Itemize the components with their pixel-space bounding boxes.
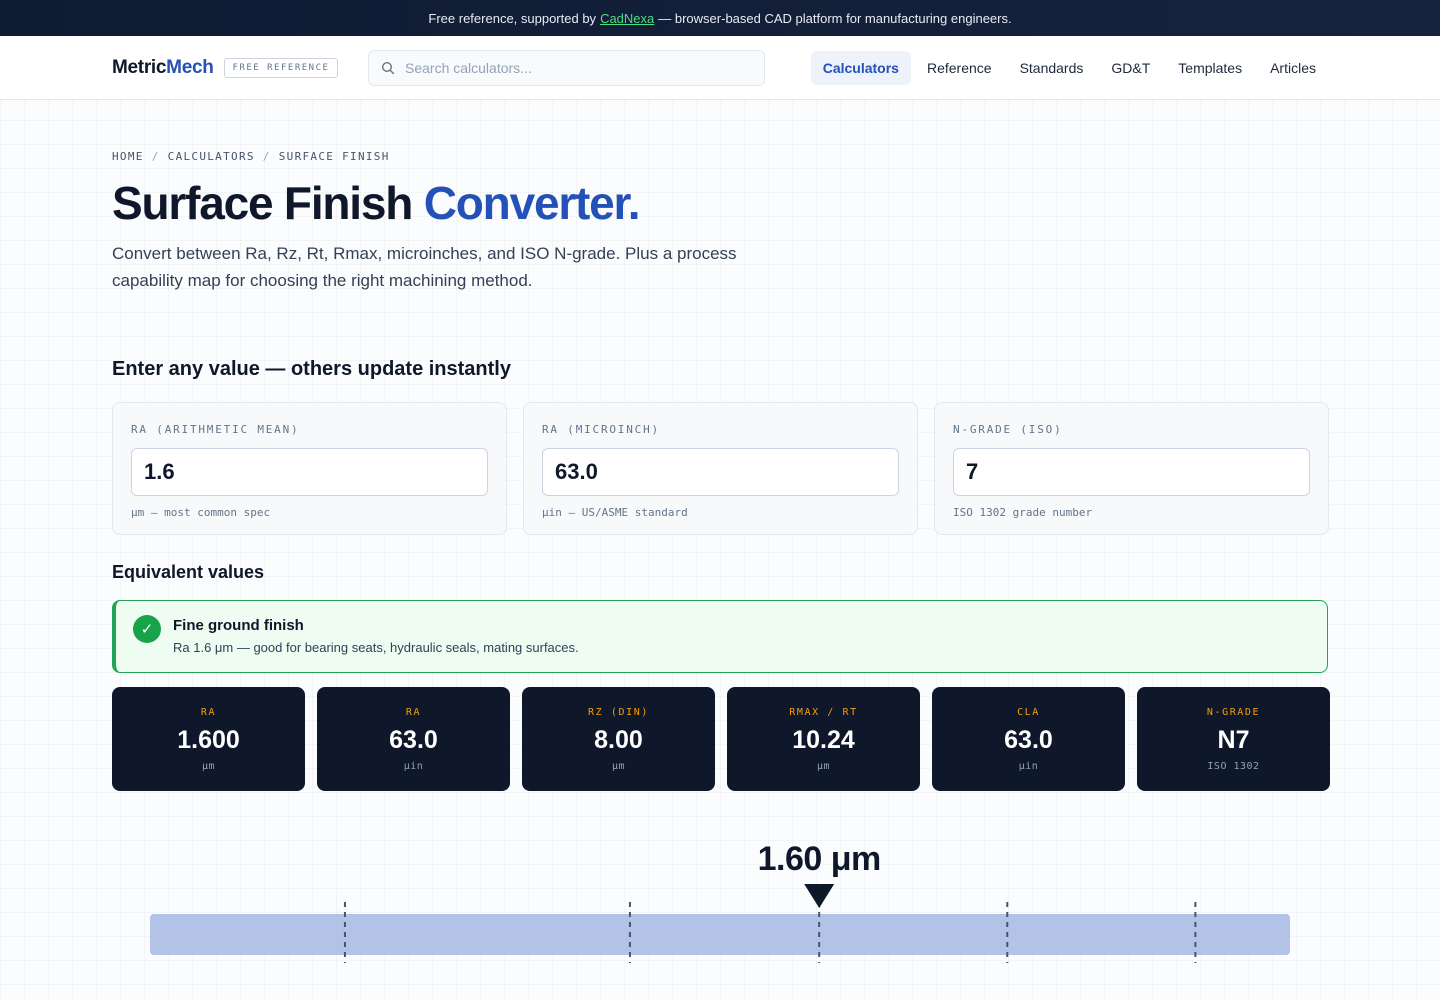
breadcrumb-current: SURFACE FINISH (278, 150, 390, 163)
equivalent-values-heading: Equivalent values (112, 562, 265, 582)
finish-status-description: Ra 1.6 μm — good for bearing seats, hydr… (173, 640, 579, 655)
result-label: RA (200, 707, 217, 718)
scale-marker-value: 1.60 μm (757, 840, 882, 878)
result-unit: μin (403, 761, 424, 772)
scale-pointer-icon (804, 884, 835, 908)
result-label: RMAX / RT (789, 707, 858, 718)
inputs-heading: Enter any value — others update instantl… (112, 358, 511, 380)
result-value: 63.0 (1004, 726, 1053, 754)
nav-reference[interactable]: Reference (915, 51, 1004, 85)
input-hint: ISO 1302 grade number (953, 506, 1093, 519)
result-unit: μin (1018, 761, 1039, 772)
input-card-n-grade: N-GRADE (ISO) ISO 1302 grade number (934, 402, 1329, 535)
banner-sponsor-link[interactable]: CadNexa (600, 11, 654, 26)
input-hint: μm — most common spec (131, 506, 271, 519)
search-icon (381, 61, 395, 75)
result-value: 63.0 (389, 726, 438, 754)
breadcrumb-calculators[interactable]: CALCULATORS (168, 150, 255, 163)
site-header: MetricMech FREE REFERENCE Calculators Re… (0, 36, 1440, 100)
breadcrumb: HOME / CALCULATORS / SURFACE FINISH (112, 150, 390, 163)
result-card-rz: RZ (DIN) 8.00 μm (522, 687, 715, 791)
equivalent-values-grid: RA 1.600 μm RA 63.0 μin RZ (DIN) 8.00 μm… (112, 687, 1330, 791)
result-card-n-grade: N-GRADE N7 ISO 1302 (1137, 687, 1330, 791)
check-icon: ✓ (133, 615, 161, 643)
input-card-ra-uin: RA (MICROINCH) μin — US/ASME standard (523, 402, 918, 535)
result-value: 10.24 (792, 726, 855, 754)
sponsor-banner: Free reference, supported by CadNexa — b… (0, 0, 1440, 36)
ra-microinch-input[interactable] (542, 448, 899, 496)
nav-templates[interactable]: Templates (1166, 51, 1254, 85)
breadcrumb-separator: / (151, 150, 160, 163)
nav-gdt[interactable]: GD&T (1099, 51, 1162, 85)
nav-standards[interactable]: Standards (1008, 51, 1096, 85)
input-label: N-GRADE (ISO) (953, 423, 1063, 436)
n-grade-input[interactable] (953, 448, 1310, 496)
result-unit: μm (611, 761, 626, 772)
breadcrumb-separator: / (262, 150, 271, 163)
page-title-main: Surface Finish (112, 177, 413, 229)
brand-logo[interactable]: MetricMech (112, 57, 214, 79)
nav-articles[interactable]: Articles (1258, 51, 1328, 85)
banner-text-before: Free reference, supported by (428, 10, 597, 26)
input-hint: μin — US/ASME standard (542, 506, 688, 519)
banner-text-after: — browser-based CAD platform for manufac… (658, 10, 1012, 26)
result-card-ra-um: RA 1.600 μm (112, 687, 305, 791)
ra-um-input[interactable] (131, 448, 488, 496)
input-cards: RA (ARITHMETIC MEAN) μm — most common sp… (112, 402, 1329, 535)
result-label: CLA (1017, 707, 1040, 718)
brand-logo-part2: Mech (166, 56, 214, 78)
breadcrumb-home[interactable]: HOME (112, 150, 144, 163)
brand-logo-part1: Metric (112, 56, 167, 78)
input-label: RA (MICROINCH) (542, 423, 660, 436)
result-unit: μm (816, 761, 831, 772)
result-unit: μm (201, 761, 216, 772)
page-title: Surface Finish Converter. (112, 176, 641, 230)
finish-status-title: Fine ground finish (173, 617, 304, 634)
input-label: RA (ARITHMETIC MEAN) (131, 423, 300, 436)
result-card-cla: CLA 63.0 μin (932, 687, 1125, 791)
main-nav: Calculators Reference Standards GD&T Tem… (810, 51, 1328, 85)
nav-calculators[interactable]: Calculators (810, 51, 911, 85)
result-label: RZ (DIN) (588, 707, 649, 718)
result-unit: ISO 1302 (1207, 761, 1260, 772)
input-card-ra-um: RA (ARITHMETIC MEAN) μm — most common sp… (112, 402, 507, 535)
search-box[interactable] (368, 50, 765, 86)
page-description: Convert between Ra, Rz, Rt, Rmax, microi… (112, 244, 737, 290)
search-input[interactable] (405, 60, 745, 76)
scale-bar (150, 914, 1290, 955)
result-label: N-GRADE (1206, 707, 1261, 718)
finish-status-alert: ✓ Fine ground finish Ra 1.6 μm — good fo… (112, 600, 1328, 673)
page-title-accent: Converter. (423, 177, 641, 229)
result-value: N7 (1217, 726, 1250, 754)
free-reference-badge: FREE REFERENCE (223, 57, 339, 78)
result-label: RA (405, 707, 422, 718)
result-card-ra-uin: RA 63.0 μin (317, 687, 510, 791)
result-value: 8.00 (594, 726, 643, 754)
result-value: 1.600 (177, 726, 240, 754)
result-card-rmax: RMAX / RT 10.24 μm (727, 687, 920, 791)
